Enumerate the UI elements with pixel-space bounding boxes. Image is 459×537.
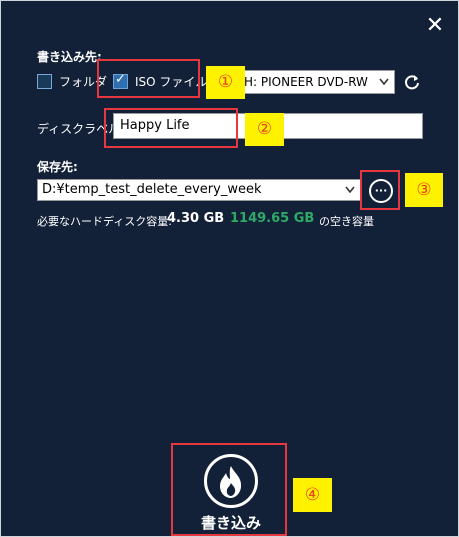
callout-box-2 bbox=[104, 108, 238, 148]
destination-label: 書き込み先: bbox=[37, 50, 102, 64]
free-space-suffix: の空き容量 bbox=[319, 215, 374, 228]
callout-badge-2: ② bbox=[245, 113, 284, 146]
drive-select[interactable]: H: PIONEER DVD-RW bbox=[237, 70, 395, 94]
callout-box-1 bbox=[97, 59, 200, 98]
callout-box-3 bbox=[360, 170, 400, 210]
save-to-label: 保存先: bbox=[37, 160, 78, 174]
close-icon[interactable]: ✕ bbox=[425, 15, 445, 37]
folder-option[interactable]: フォルダ bbox=[37, 73, 107, 91]
callout-badge-3: ③ bbox=[405, 173, 443, 207]
callout-badge-1: ① bbox=[206, 66, 245, 99]
drive-select-value: H: PIONEER DVD-RW bbox=[244, 75, 368, 89]
save-path-value: D:¥temp_test_delete_every_week bbox=[42, 182, 262, 197]
callout-box-4 bbox=[171, 443, 287, 536]
burn-dialog: ✕ 書き込み先: フォルダ ✓ ISO ファイル H: PIONEER DVD-… bbox=[0, 0, 459, 537]
save-path-select[interactable]: D:¥temp_test_delete_every_week bbox=[37, 179, 361, 201]
callout-badge-4: ④ bbox=[293, 478, 332, 512]
required-space-value: 4.30 GB bbox=[167, 211, 225, 226]
refresh-icon[interactable] bbox=[403, 73, 421, 91]
folder-checkbox[interactable] bbox=[37, 74, 52, 89]
free-space-value: 1149.65 GB bbox=[230, 211, 315, 226]
required-space-label: 必要なハードディスク容量: bbox=[37, 215, 172, 228]
chevron-down-icon bbox=[345, 186, 355, 194]
chevron-down-icon bbox=[379, 78, 389, 86]
